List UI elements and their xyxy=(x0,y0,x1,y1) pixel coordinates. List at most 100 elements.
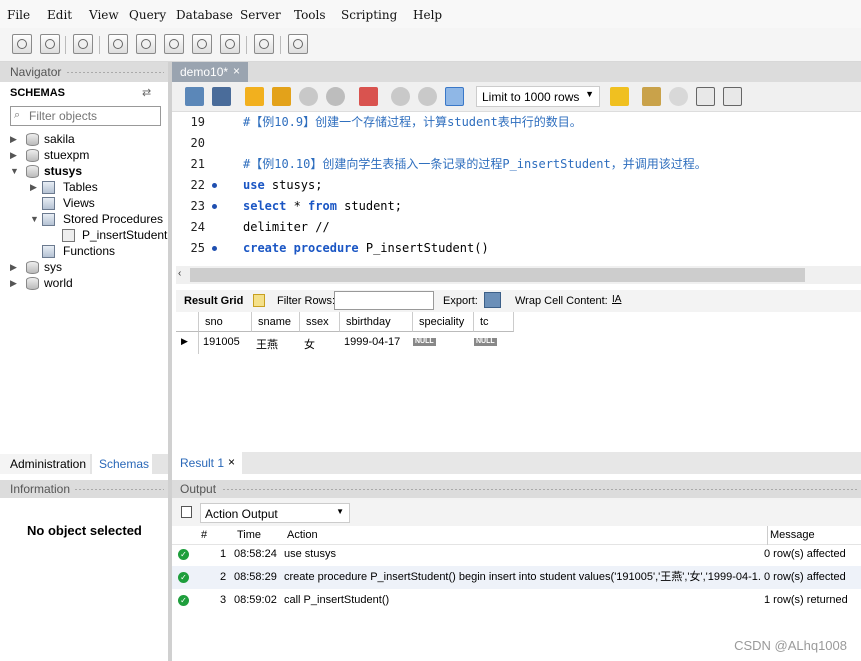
schema-stusys[interactable]: ▼ stusys xyxy=(10,164,160,180)
tree-item-tables[interactable]: ▶ Tables xyxy=(30,180,160,196)
scrollbar-thumb[interactable] xyxy=(190,268,805,282)
search-table-data-icon[interactable] xyxy=(254,34,274,54)
beautify-icon[interactable] xyxy=(642,87,661,106)
column-header-speciality[interactable]: speciality xyxy=(413,312,474,332)
menu-database[interactable]: Database xyxy=(176,8,233,22)
new-sql-tab-icon[interactable] xyxy=(12,34,32,54)
tree-item-stored-procedures[interactable]: ▼ Stored Procedures xyxy=(30,212,164,228)
reconnect-icon[interactable] xyxy=(288,34,308,54)
cell-sbirthday[interactable]: 1999-04-17 xyxy=(344,334,400,352)
open-file-icon[interactable] xyxy=(185,87,204,106)
procedure-icon xyxy=(62,229,75,242)
inspector-icon[interactable] xyxy=(73,34,93,54)
menu-file[interactable]: File xyxy=(7,8,30,22)
schema-sys[interactable]: ▶ sys xyxy=(10,260,160,276)
export-icon[interactable] xyxy=(484,292,501,308)
create-function-icon[interactable] xyxy=(220,34,240,54)
copy-icon[interactable] xyxy=(181,506,192,518)
cell-sname[interactable]: 王燕 xyxy=(256,334,278,352)
wrap-content-icon[interactable]: IA xyxy=(612,294,621,305)
tree-item-p-insertstudent[interactable]: P_insertStudent xyxy=(60,228,168,244)
column-header-sbirthday[interactable]: sbirthday xyxy=(340,312,413,332)
filter-rows-input[interactable] xyxy=(334,291,434,310)
cell-speciality[interactable]: NULL xyxy=(413,332,436,350)
menu-query[interactable]: Query xyxy=(129,8,166,22)
add-snippet-icon[interactable] xyxy=(610,87,629,106)
tab-result-1[interactable]: Result 1 × xyxy=(172,452,242,474)
close-icon[interactable]: × xyxy=(228,455,235,469)
stop-icon[interactable] xyxy=(326,87,345,106)
output-mode-select[interactable]: Action Output ▼ xyxy=(200,503,350,523)
output-row[interactable]: ✓ 2 08:58:29 create procedure P_insertSt… xyxy=(172,566,861,589)
explain-icon[interactable] xyxy=(299,87,318,106)
sql-editor[interactable]: 19 #【例10.9】创建一个存储过程，计算student表中行的数目。 20 … xyxy=(176,112,861,266)
tree-item-functions[interactable]: Functions xyxy=(30,244,160,260)
filter-objects-input[interactable] xyxy=(10,106,161,126)
invisible-chars-icon[interactable] xyxy=(696,87,715,106)
rollback-icon[interactable] xyxy=(418,87,437,106)
row-num: 1 xyxy=(220,548,227,560)
result-grid[interactable]: sno sname ssex sbirthday speciality tc ▶… xyxy=(176,312,861,452)
result-tab-bar: Result 1 × xyxy=(172,452,861,474)
schema-world[interactable]: ▶ world xyxy=(10,276,160,292)
schema-stuexpm[interactable]: ▶ stuexpm xyxy=(10,148,160,164)
open-sql-script-icon[interactable] xyxy=(40,34,60,54)
collapse-arrow-icon[interactable]: ▼ xyxy=(10,166,19,176)
save-icon[interactable] xyxy=(212,87,231,106)
menu-help[interactable]: Help xyxy=(413,8,442,22)
grid-view-icon[interactable] xyxy=(253,294,265,307)
create-table-icon[interactable] xyxy=(136,34,156,54)
expand-arrow-icon[interactable]: ▶ xyxy=(30,182,37,193)
tab-schemas[interactable]: Schemas xyxy=(92,454,152,474)
chevron-down-icon: ▼ xyxy=(336,507,344,516)
output-row[interactable]: ✓ 1 08:58:24 use stusys 0 row(s) affecte… xyxy=(172,543,861,566)
menu-edit[interactable]: Edit xyxy=(47,8,72,22)
scroll-left-icon[interactable]: ‹ xyxy=(178,268,181,279)
create-schema-icon[interactable] xyxy=(108,34,128,54)
sql-editor-toolbar: Limit to 1000 rows ▼ xyxy=(172,82,861,112)
column-header-sno[interactable]: sno xyxy=(199,312,252,332)
editor-horizontal-scrollbar[interactable]: ‹ xyxy=(176,266,861,284)
refresh-icon[interactable]: ⇄ xyxy=(142,86,151,99)
wrap-content-label: Wrap Cell Content: xyxy=(515,295,608,307)
wrap-lines-icon[interactable] xyxy=(723,87,742,106)
expand-arrow-icon[interactable]: ▶ xyxy=(10,262,17,273)
cell-tc[interactable]: NULL xyxy=(474,332,497,350)
toggle-error-stop-icon[interactable] xyxy=(359,87,378,106)
code-text: student; xyxy=(336,199,402,213)
expand-arrow-icon[interactable]: ▶ xyxy=(10,134,17,145)
autocommit-icon[interactable] xyxy=(445,87,464,106)
output-row[interactable]: ✓ 3 08:59:02 call P_insertStudent() 1 ro… xyxy=(172,589,861,612)
menu-scripting[interactable]: Scripting xyxy=(341,8,397,22)
execute-current-icon[interactable] xyxy=(272,87,291,106)
column-header-sname[interactable]: sname xyxy=(252,312,300,332)
tree-item-views[interactable]: Views xyxy=(30,196,160,212)
tab-demo10[interactable]: demo10* × xyxy=(172,62,248,82)
create-view-icon[interactable] xyxy=(164,34,184,54)
database-icon xyxy=(26,165,39,178)
find-icon[interactable] xyxy=(669,87,688,106)
column-header-tc[interactable]: tc xyxy=(474,312,514,332)
execute-icon[interactable] xyxy=(245,87,264,106)
tab-administration[interactable]: Administration xyxy=(0,454,90,474)
code-text: * xyxy=(286,199,309,213)
menu-view[interactable]: View xyxy=(89,8,119,22)
create-procedure-icon[interactable] xyxy=(192,34,212,54)
line-number: 20 xyxy=(190,136,205,150)
line-number: 25 xyxy=(190,241,205,255)
column-header-ssex[interactable]: ssex xyxy=(300,312,340,332)
cell-ssex[interactable]: 女 xyxy=(304,334,315,352)
limit-rows-select[interactable]: Limit to 1000 rows ▼ xyxy=(476,86,600,107)
cell-sno[interactable]: 191005 xyxy=(203,334,240,352)
collapse-arrow-icon[interactable]: ▼ xyxy=(30,214,39,224)
schema-sakila[interactable]: ▶ sakila xyxy=(10,132,160,148)
header-grip xyxy=(222,488,857,491)
close-icon[interactable]: × xyxy=(233,64,240,78)
row-selector[interactable]: ▶ xyxy=(176,332,199,354)
result-grid-button[interactable]: Result Grid xyxy=(184,295,243,307)
menu-server[interactable]: Server xyxy=(240,8,281,22)
commit-icon[interactable] xyxy=(391,87,410,106)
expand-arrow-icon[interactable]: ▶ xyxy=(10,150,17,161)
menu-tools[interactable]: Tools xyxy=(294,8,326,22)
expand-arrow-icon[interactable]: ▶ xyxy=(10,278,17,289)
